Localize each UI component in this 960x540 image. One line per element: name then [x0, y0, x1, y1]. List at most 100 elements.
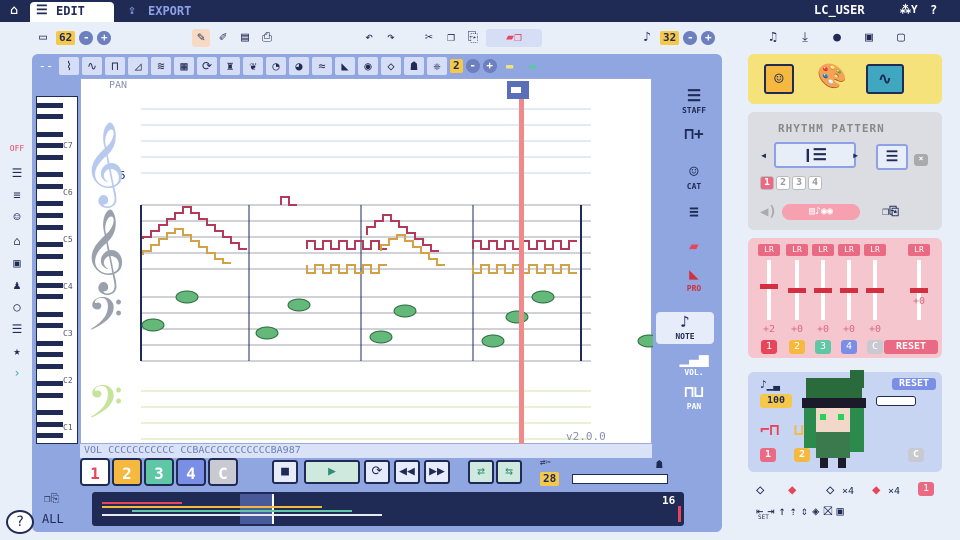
repeat-b-button[interactable]: ⇆: [496, 460, 522, 484]
mixer-channel-label[interactable]: 2: [789, 340, 805, 354]
melody-notes[interactable]: [142, 228, 231, 264]
bar-alt-icon[interactable]: ▬: [523, 57, 543, 75]
dog-icon[interactable]: ❦: [243, 57, 263, 75]
off-toggle[interactable]: OFF: [8, 140, 26, 158]
track-1-button[interactable]: 1: [80, 458, 110, 486]
star-list-icon[interactable]: ★: [8, 342, 26, 360]
layers-button[interactable]: ≡: [676, 202, 712, 234]
paste-icon[interactable]: ⎘: [464, 29, 482, 47]
piano-black-key[interactable]: [37, 381, 63, 387]
instrument-slot-c[interactable]: C: [908, 448, 924, 462]
bass-note[interactable]: [637, 334, 661, 348]
piano-black-key[interactable]: [37, 143, 63, 149]
one-button[interactable]: 1: [918, 482, 934, 496]
bass-note[interactable]: [531, 290, 555, 304]
piano-black-key[interactable]: [37, 184, 63, 189]
bass-note[interactable]: [505, 310, 529, 324]
mixer-fader-knob[interactable]: [840, 288, 858, 293]
mixer-fader[interactable]: [866, 260, 884, 320]
piano-black-key[interactable]: [37, 242, 63, 247]
loop-icon[interactable]: ⟳: [197, 57, 217, 75]
piano-black-key[interactable]: [37, 271, 63, 276]
bass-note[interactable]: [255, 326, 279, 340]
page-plus-button[interactable]: +: [701, 31, 716, 45]
track-3-button[interactable]: 3: [144, 458, 174, 486]
rhythm-number[interactable]: 3: [792, 176, 806, 190]
gallery-icon[interactable]: ▣: [860, 29, 878, 47]
boot-icon[interactable]: ◣: [335, 57, 355, 75]
cat-button[interactable]: ☺ CAT: [676, 162, 712, 194]
help-bubble-icon[interactable]: ?: [6, 510, 34, 534]
noise-icon[interactable]: ≋: [151, 57, 171, 75]
melody-notes[interactable]: [280, 196, 297, 206]
bomb-icon[interactable]: ●: [828, 29, 846, 47]
rhythm-copy-icon[interactable]: ❐⎘: [882, 204, 899, 219]
bass-note[interactable]: [481, 334, 505, 348]
pan-mode-button[interactable]: ⊓⊔ PAN: [676, 382, 712, 414]
pro-button[interactable]: ◣ PRO: [676, 264, 712, 296]
rhythm-next-button[interactable]: ▸: [852, 148, 859, 162]
song-minimap[interactable]: 16: [92, 492, 684, 526]
folder-icon[interactable]: ▭: [34, 29, 52, 47]
mixer-channel-label[interactable]: 1: [761, 340, 777, 354]
eraser-tool-icon[interactable]: ◇: [381, 57, 401, 75]
piano-black-key[interactable]: [37, 131, 63, 137]
water-icon[interactable]: ≈: [312, 57, 332, 75]
mixer-fader[interactable]: [910, 260, 928, 320]
pencil-icon[interactable]: ✎: [192, 29, 210, 47]
piano-black-key[interactable]: [37, 213, 63, 218]
tempo-slider[interactable]: [572, 474, 668, 484]
music-icon[interactable]: ♫: [764, 29, 782, 47]
piano-black-key[interactable]: [37, 410, 63, 416]
loop-button[interactable]: ⟳: [364, 460, 390, 484]
cat-icon[interactable]: ◕: [289, 57, 309, 75]
piano-black-key[interactable]: [37, 352, 63, 358]
minimap-viewport[interactable]: [240, 494, 274, 524]
piano-black-key[interactable]: [37, 392, 63, 398]
user-name[interactable]: LC_USER: [814, 3, 865, 17]
stamp-icon[interactable]: ⎙: [258, 29, 276, 47]
waveform-square-icon[interactable]: ⌐⊓: [760, 420, 779, 439]
mixer-fader-knob[interactable]: [910, 288, 928, 293]
play-button[interactable]: ▶: [304, 460, 360, 484]
melody-notes[interactable]: [366, 214, 439, 252]
volume-slider[interactable]: [876, 396, 916, 406]
piano-keyboard[interactable]: C7 C6 C5 C4 C3 C2 C1: [36, 96, 78, 444]
select-icon[interactable]: ▤: [236, 29, 254, 47]
apple-icon[interactable]: ◉: [358, 57, 378, 75]
duck-icon[interactable]: ◔: [266, 57, 286, 75]
face-icon[interactable]: ☺: [8, 208, 26, 226]
piano-black-key[interactable]: [37, 340, 63, 346]
eraser-red-x4-icon[interactable]: ◆: [872, 482, 880, 498]
wave-icon[interactable]: ⌇: [59, 57, 79, 75]
cut-icon[interactable]: ✂: [420, 29, 438, 47]
mixer-channel-label[interactable]: 4: [841, 340, 857, 354]
mixer-channel-label[interactable]: C: [867, 340, 883, 354]
sine-icon[interactable]: ∿: [82, 57, 102, 75]
numbered-list-icon[interactable]: ☰: [8, 320, 26, 338]
list-sidebar-icon[interactable]: ☰: [8, 164, 26, 182]
wizard-icon[interactable]: ☗: [404, 57, 424, 75]
mixer-reset-button[interactable]: RESET: [884, 340, 938, 354]
note-volume-row[interactable]: VOL CCCCCCCCCCC CCBACCCCCCCCCCCBA987: [80, 444, 652, 458]
chevron-right-icon[interactable]: ›: [8, 364, 26, 382]
track-minus-button[interactable]: -: [465, 59, 480, 73]
piano-black-key[interactable]: [37, 102, 63, 108]
mixer-fader-knob[interactable]: [760, 284, 778, 289]
piano-black-key[interactable]: [37, 201, 63, 207]
mixer-fader[interactable]: [788, 260, 806, 320]
home-icon[interactable]: ⌂: [6, 3, 22, 19]
rhythm-number[interactable]: 4: [808, 176, 822, 190]
tab-edit[interactable]: ☰ EDIT: [30, 2, 114, 22]
view-toggle-icon[interactable]: ▰❐: [486, 29, 542, 47]
piano-black-key[interactable]: [37, 421, 63, 427]
speaker-icon[interactable]: ◀): [760, 204, 777, 220]
emoji-face-icon[interactable]: ☺: [764, 64, 794, 94]
piano-black-key[interactable]: [37, 253, 63, 259]
download-icon[interactable]: ⤓: [796, 29, 814, 47]
mixer-fader[interactable]: [760, 260, 778, 320]
staff-button[interactable]: ☰ STAFF: [676, 86, 712, 118]
score-staff[interactable]: PAN 5 𝄞 𝄞 𝄢 𝄢: [80, 78, 661, 445]
gallery-alt-icon[interactable]: ▢: [892, 29, 910, 47]
circle-icon[interactable]: ○: [8, 298, 26, 316]
